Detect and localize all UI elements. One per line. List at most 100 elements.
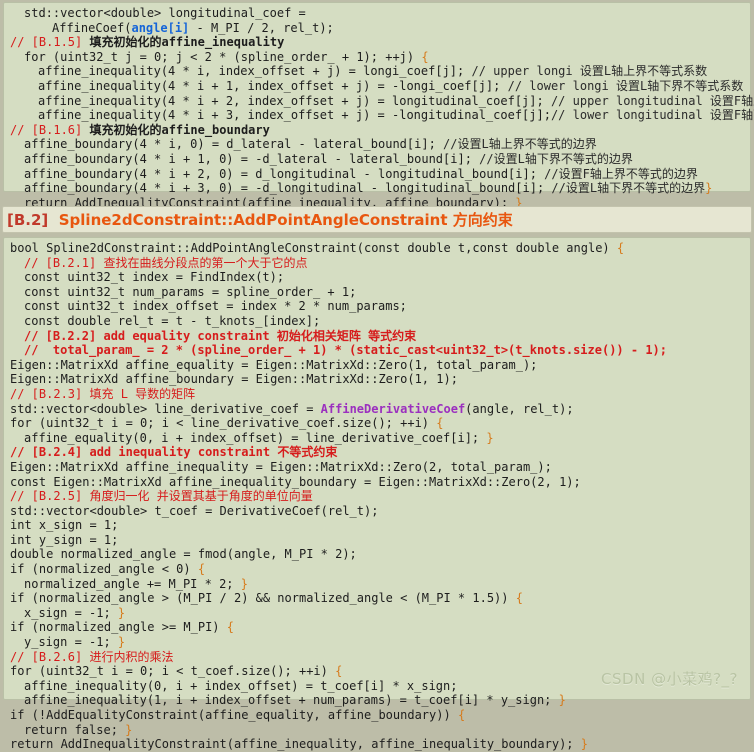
code-token: //设置L轴下界不等式的边界 xyxy=(479,151,633,166)
section-tag: [B.2] xyxy=(7,211,49,229)
code-line: for (uint32_t i = 0; i < t_coef.size(); … xyxy=(10,664,746,679)
code-line: // [B.2.2] add equality constraint 初始化相关… xyxy=(10,329,746,344)
code-token: affine_equality(0, i + index_offset) = l… xyxy=(24,430,487,445)
code-line: // [B.2.5] 角度归一化 并设置其基于角度的单位向量 xyxy=(10,489,746,504)
code-token: std::vector<double> longitudinal_coef = xyxy=(24,6,306,20)
code-line: affine_inequality(4 * i + 3, index_offse… xyxy=(10,108,754,123)
code-line: if (normalized_angle < 0) { xyxy=(10,562,746,577)
code-line: affine_inequality(0, i + index_offset) =… xyxy=(10,679,746,694)
code-line: int y_sign = 1; xyxy=(10,533,746,548)
code-line: std::vector<double> t_coef = DerivativeC… xyxy=(10,504,746,519)
code-token: { xyxy=(515,591,523,606)
code-line: affine_boundary(4 * i + 1, 0) = -d_later… xyxy=(10,152,746,167)
code-token: // [B.2.1] xyxy=(24,255,104,270)
code-token: // total_param_ = 2 * (spline_order_ + 1… xyxy=(24,343,667,358)
code-token: 进行内积的乘法 xyxy=(89,649,174,664)
code-token: std::vector<double> t_coef = DerivativeC… xyxy=(10,503,379,518)
code-block-b2: bool Spline2dConstraint::AddPointAngleCo… xyxy=(3,237,751,751)
code-line: normalized_angle += M_PI * 2; } xyxy=(10,577,746,592)
code-token: affine_inequality(1, i + index_offset + … xyxy=(24,693,559,708)
code-token: // lower longi 设置L轴下界不等式系数 xyxy=(507,78,744,93)
code-token: affine_inequality(0, i + index_offset) =… xyxy=(24,678,458,693)
code-token: { xyxy=(335,664,343,679)
code-line: const double rel_t = t - t_knots_[index]… xyxy=(10,314,746,329)
code-token: } xyxy=(125,722,133,737)
code-line: if (normalized_angle >= M_PI) { xyxy=(10,620,746,635)
code-token: affine_boundary(4 * i + 1, 0) = -d_later… xyxy=(24,151,480,166)
code-token: 查找在曲线分段点的第一个大于它的点 xyxy=(103,255,308,270)
code-token: bool Spline2dConstraint::AddPointAngleCo… xyxy=(10,241,617,255)
code-token: AffineCoef( xyxy=(52,20,132,35)
code-line: affine_equality(0, i + index_offset) = l… xyxy=(10,431,746,446)
code-token: affine_inequality(4 * i + 2, index_offse… xyxy=(38,93,551,108)
code-line: Eigen::MatrixXd affine_inequality = Eige… xyxy=(10,460,746,475)
code-line: y_sign = -1; } xyxy=(10,635,746,650)
code-token: // [B.1.5] xyxy=(10,35,90,50)
code-line: return AddInequalityConstraint(affine_in… xyxy=(10,737,746,752)
code-token: { xyxy=(421,49,429,64)
code-line: // [B.2.1] 查找在曲线分段点的第一个大于它的点 xyxy=(10,256,746,271)
code-token: angle[i] xyxy=(131,20,190,35)
code-line: int x_sign = 1; xyxy=(10,518,746,533)
code-line: if (normalized_angle > (M_PI / 2) && nor… xyxy=(10,591,746,606)
code-line: // total_param_ = 2 * (spline_order_ + 1… xyxy=(10,343,746,358)
code-line: affine_boundary(4 * i, 0) = d_lateral - … xyxy=(10,137,746,152)
code-token: Eigen::MatrixXd affine_inequality = Eige… xyxy=(10,459,552,474)
code-token: // [B.2.6] xyxy=(10,649,90,664)
code-token: AffineDerivativeCoef xyxy=(320,401,466,416)
code-token: - M_PI / 2, rel_t); xyxy=(189,20,334,35)
code-token: Eigen::MatrixXd affine_equality = Eigen:… xyxy=(10,357,538,372)
code-line: if (!AddEqualityConstraint(affine_equali… xyxy=(10,708,746,723)
code-lines-b2: bool Spline2dConstraint::AddPointAngleCo… xyxy=(4,241,750,752)
code-token: (angle, rel_t); xyxy=(465,401,574,416)
code-line: for (uint32_t i = 0; i < line_derivative… xyxy=(10,416,746,431)
code-line: std::vector<double> line_derivative_coef… xyxy=(10,402,746,417)
code-token: affine_inequality(4 * i + 1, index_offse… xyxy=(38,78,508,93)
code-line: const uint32_t num_params = spline_order… xyxy=(10,285,746,300)
code-token: { xyxy=(616,241,625,255)
code-token: // [B.2.4] add inequality constraint xyxy=(10,445,278,460)
code-line: bool Spline2dConstraint::AddPointAngleCo… xyxy=(10,241,746,256)
code-token: { xyxy=(226,620,234,635)
code-token: // lower longitudinal 设置F轴下界不等式系数 xyxy=(550,108,754,123)
code-token: int y_sign = 1; xyxy=(10,532,119,547)
code-token: affine_inequality(4 * i, index_offset + … xyxy=(38,64,472,79)
code-token: 不等式约束 xyxy=(277,445,338,460)
code-token: } xyxy=(486,430,494,445)
code-line: double normalized_angle = fmod(angle, M_… xyxy=(10,547,746,562)
code-token: return false; xyxy=(24,722,126,737)
code-token: for (uint32_t i = 0; i < line_derivative… xyxy=(10,416,437,431)
code-lines-b1: std::vector<double> longitudinal_coef = A… xyxy=(4,6,754,210)
code-token: Eigen::MatrixXd affine_boundary = Eigen:… xyxy=(10,372,458,387)
code-token: } xyxy=(705,181,713,196)
code-token: //设置L轴下界不等式的边界 xyxy=(551,181,706,196)
code-token: x_sign = -1; xyxy=(24,605,118,620)
code-line: // [B.2.3] 填充 L 导数的矩阵 xyxy=(10,387,746,402)
page-root: std::vector<double> longitudinal_coef = A… xyxy=(0,0,754,751)
code-token: if (normalized_angle > (M_PI / 2) && nor… xyxy=(10,591,516,606)
code-token: } xyxy=(580,737,588,752)
code-token: int x_sign = 1; xyxy=(10,518,119,533)
code-line: return false; } xyxy=(10,723,746,738)
code-token: if (normalized_angle < 0) xyxy=(10,562,198,577)
code-token: const uint32_t num_params = spline_order… xyxy=(24,284,357,299)
code-line: for (uint32_t j = 0; j < 2 * (spline_ord… xyxy=(10,50,746,65)
code-line: const uint32_t index_offset = index * 2 … xyxy=(10,299,746,314)
code-line: Eigen::MatrixXd affine_equality = Eigen:… xyxy=(10,358,746,373)
code-token: 角度归一化 并设置其基于角度的单位向量 xyxy=(89,489,313,504)
code-token: return AddInequalityConstraint(affine_in… xyxy=(10,737,581,752)
code-token: std::vector<double> line_derivative_coef… xyxy=(10,401,321,416)
code-line: // [B.2.4] add inequality constraint 不等式… xyxy=(10,445,746,460)
code-token: y_sign = -1; xyxy=(24,635,118,650)
code-line: affine_boundary(4 * i + 2, 0) = d_longit… xyxy=(10,167,746,182)
code-token: } xyxy=(558,693,566,708)
code-line: // [B.1.6] 填充初始化的affine_boundary xyxy=(10,123,746,138)
code-token: for (uint32_t i = 0; i < t_coef.size(); … xyxy=(10,664,336,679)
code-line: // [B.1.5] 填充初始化的affine_inequality xyxy=(10,35,746,50)
code-token: 初始化相关矩阵 等式约束 xyxy=(276,328,417,343)
code-line: const uint32_t index = FindIndex(t); xyxy=(10,270,746,285)
code-token: const uint32_t index_offset = index * 2 … xyxy=(24,299,407,314)
code-token: double normalized_angle = fmod(angle, M_… xyxy=(10,547,357,562)
code-line: affine_inequality(4 * i + 1, index_offse… xyxy=(10,79,746,94)
code-token: // [B.2.3] xyxy=(10,386,90,401)
